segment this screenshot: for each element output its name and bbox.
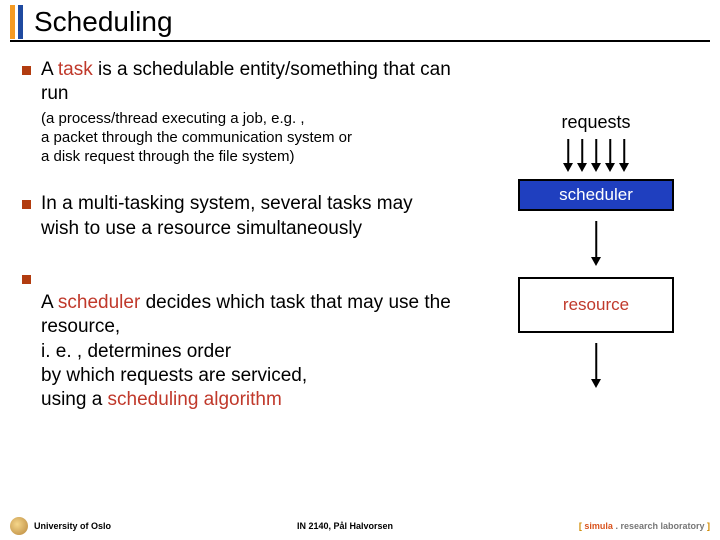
arrows-incoming: [496, 139, 696, 173]
bullet-3-main: A scheduler decides which task that may …: [41, 267, 452, 413]
slide-title: Scheduling: [34, 6, 173, 38]
bullet-icon: [22, 66, 31, 75]
requests-label: requests: [496, 112, 696, 133]
bullet-1-hl: task: [58, 59, 93, 80]
footer-left: University of Oslo: [34, 521, 111, 531]
footer-right: [ simula . research laboratory ]: [579, 521, 710, 531]
content-area: A task is a schedulable entity/something…: [22, 58, 452, 413]
bullet-3-hl2: scheduling algorithm: [108, 389, 282, 410]
bullet-3: A scheduler decides which task that may …: [22, 267, 452, 413]
bracket-close: ]: [705, 521, 711, 531]
title-area: Scheduling: [10, 2, 173, 42]
bullet-3-pre: A: [41, 292, 58, 313]
university-crest-icon: [10, 517, 28, 535]
title-underline: [10, 40, 710, 42]
scheduler-label: scheduler: [559, 185, 633, 205]
footer-mid: IN 2140, Pål Halvorsen: [111, 521, 579, 531]
bullet-2: In a multi-tasking system, several tasks…: [22, 192, 452, 241]
scheduler-box: scheduler: [518, 179, 674, 211]
resource-box: resource: [518, 277, 674, 333]
accent-bar-blue: [18, 5, 23, 39]
bullet-3-hl: scheduler: [58, 292, 140, 313]
simula-word: simula: [584, 521, 613, 531]
resource-label: resource: [563, 295, 629, 315]
bullet-1-body: A task is a schedulable entity/something…: [41, 58, 452, 166]
bullet-icon: [22, 200, 31, 209]
footer: University of Oslo IN 2140, Pål Halvorse…: [0, 516, 720, 536]
diagram: requests scheduler resource: [496, 112, 696, 343]
bullet-1-pre: A: [41, 59, 58, 80]
bullet-1-post: is a schedulable entity/something that c…: [41, 59, 451, 104]
footer-lab: research laboratory: [620, 521, 704, 531]
bullet-icon: [22, 275, 31, 284]
bullet-2-main: In a multi-tasking system, several tasks…: [41, 192, 452, 241]
bullet-1-main: A task is a schedulable entity/something…: [41, 58, 452, 107]
accent-bar-orange: [10, 5, 15, 39]
bullet-1: A task is a schedulable entity/something…: [22, 58, 452, 166]
accent-bars: [10, 5, 26, 39]
bullet-1-sub: (a process/thread executing a job, e.g. …: [41, 109, 452, 167]
slide: Scheduling A task is a schedulable entit…: [0, 0, 720, 540]
